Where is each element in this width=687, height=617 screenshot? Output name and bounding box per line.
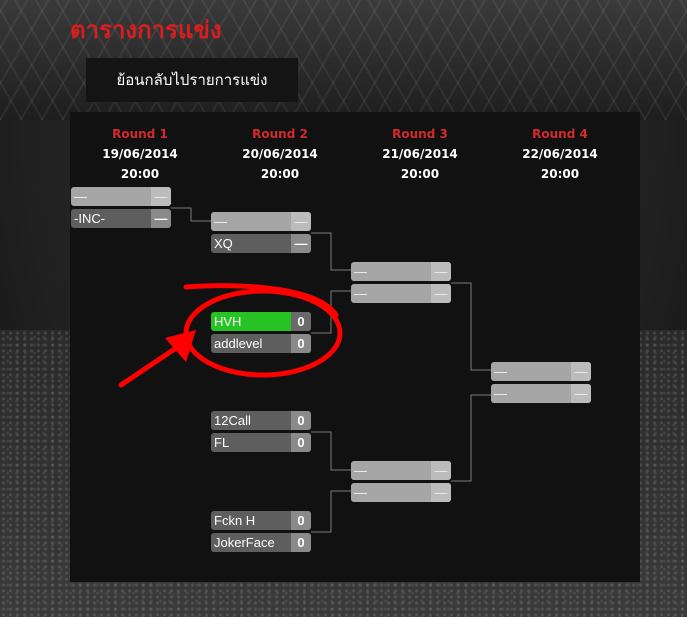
r2m3-slot-b[interactable]: FL 0 (211, 433, 311, 452)
r1m1-slot-a[interactable]: — — (71, 187, 171, 206)
team-score: 0 (291, 411, 311, 430)
team-score: — (431, 461, 451, 480)
team-name: -INC- (74, 211, 106, 226)
team-score: — (151, 187, 171, 206)
r1m1-slot-b[interactable]: -INC- — (71, 209, 171, 228)
team-score: — (571, 384, 591, 403)
team-score: — (431, 284, 451, 303)
team-name: — (214, 214, 227, 229)
connector-line (311, 431, 351, 471)
team-score: 0 (291, 533, 311, 552)
page-title: ตารางการแข่ง (70, 16, 222, 44)
team-name: — (494, 364, 507, 379)
r2m2-slot-a[interactable]: HVH 0 (211, 312, 311, 331)
connector-line (311, 490, 351, 533)
team-name: — (494, 386, 507, 401)
r3m2-slot-b[interactable]: — — (351, 483, 451, 502)
connector-line (311, 290, 351, 334)
team-name: Fckn H (214, 513, 256, 528)
team-score: 0 (291, 312, 311, 331)
r3m2-slot-a[interactable]: — — (351, 461, 451, 480)
team-score: — (151, 209, 171, 228)
tournament-bracket: Round 1 19/06/2014 20:00 Round 2 20/06/2… (70, 112, 640, 582)
back-to-tournament-list-button[interactable]: ย้อนกลับไปรายการแข่ง (86, 58, 298, 102)
team-name: JokerFace (214, 535, 275, 550)
team-score: — (291, 212, 311, 231)
r3m1-slot-a[interactable]: — — (351, 262, 451, 281)
r3m1-slot-b[interactable]: — — (351, 284, 451, 303)
team-score: 0 (291, 511, 311, 530)
team-name: HVH (214, 314, 242, 329)
r2m2-slot-b[interactable]: addlevel 0 (211, 334, 311, 353)
team-score: 0 (291, 334, 311, 353)
team-name: — (354, 485, 367, 500)
team-name: FL (214, 435, 230, 450)
team-score: — (431, 483, 451, 502)
team-score: — (291, 234, 311, 253)
connector-line (171, 207, 211, 222)
r2m4-slot-a[interactable]: Fckn H 0 (211, 511, 311, 530)
team-name: — (74, 189, 87, 204)
team-name: 12Call (214, 413, 251, 428)
r2m3-slot-a[interactable]: 12Call 0 (211, 411, 311, 430)
team-name: — (354, 463, 367, 478)
team-name: XQ (214, 236, 233, 251)
team-score: 0 (291, 433, 311, 452)
r4m1-slot-a[interactable]: — — (491, 362, 591, 381)
team-name: addlevel (214, 336, 263, 351)
connector-line (451, 282, 491, 371)
r2m1-slot-b[interactable]: XQ — (211, 234, 311, 253)
team-name: — (354, 286, 367, 301)
team-score: — (431, 262, 451, 281)
r4m1-slot-b[interactable]: — — (491, 384, 591, 403)
r2m1-slot-a[interactable]: — — (211, 212, 311, 231)
team-name: — (354, 264, 367, 279)
team-score: — (571, 362, 591, 381)
bracket-connectors (171, 207, 491, 533)
r2m4-slot-b[interactable]: JokerFace 0 (211, 533, 311, 552)
connector-line (451, 394, 491, 482)
connector-line (311, 232, 351, 271)
